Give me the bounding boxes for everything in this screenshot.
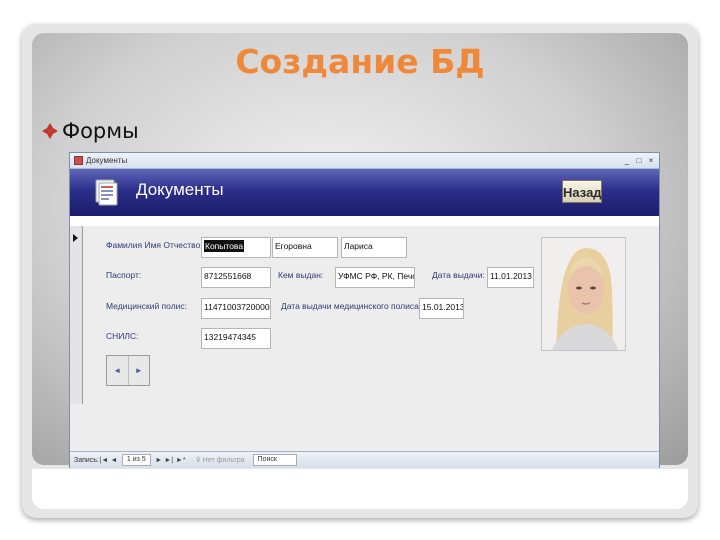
passport-label: Паспорт:: [106, 270, 142, 280]
restore-button[interactable]: □: [634, 156, 644, 166]
snils-label: СНИЛС:: [106, 331, 139, 341]
record-nav-buttons: ◄ ►: [106, 355, 150, 386]
passport-field[interactable]: 8712551668: [201, 267, 271, 288]
form-header: Документы Назад: [70, 169, 659, 216]
prev-record-button[interactable]: ◄: [107, 356, 129, 385]
first-record-button[interactable]: |◄: [99, 457, 109, 464]
record-position-field[interactable]: 1 из 5: [121, 454, 151, 466]
window-title: Документы: [86, 156, 128, 165]
form-header-band: [70, 216, 659, 226]
minimize-button[interactable]: _: [622, 156, 632, 166]
current-record-arrow-icon: [73, 234, 78, 242]
access-form-window: Документы _ □ × Документы Назад Фамилия …: [69, 152, 660, 468]
last-record-button[interactable]: ►|: [164, 457, 174, 464]
med-policy-field[interactable]: 1147100372000088: [201, 298, 271, 319]
documents-icon: [95, 179, 118, 206]
fio-label: Фамилия Имя Отчество:: [106, 240, 203, 250]
last-name-value: Копытова: [204, 240, 245, 252]
search-field[interactable]: Поиск: [252, 454, 297, 466]
issued-by-label: Кем выдан:: [278, 270, 324, 280]
med-policy-date-label: Дата выдачи медицинского полиса:: [281, 301, 422, 311]
slide-bottom-band: [32, 469, 688, 509]
record-selector[interactable]: [70, 226, 83, 404]
record-status-bar: Запись: |◄ ◄ 1 из 5 ► ►| ►* ⊽ Нет фильтр…: [70, 451, 659, 468]
next-record-button[interactable]: ►: [129, 356, 150, 385]
med-policy-label: Медицинский полис:: [106, 301, 188, 311]
med-policy-date-field[interactable]: 15.01.2013: [419, 298, 464, 319]
window-titlebar: Документы _ □ ×: [70, 153, 659, 169]
form-doc-icon: [74, 156, 83, 165]
record-label: Запись:: [74, 456, 99, 464]
slide-title: Создание БД: [235, 42, 485, 81]
filter-label: Нет фильтра: [202, 456, 245, 464]
new-record-button[interactable]: ►*: [174, 457, 188, 464]
first-name-field[interactable]: Егоровна: [272, 237, 338, 258]
bullet-item: Формы: [42, 119, 139, 143]
prev-record-status-button[interactable]: ◄: [109, 457, 119, 464]
filter-status[interactable]: ⊽ Нет фильтра: [195, 456, 245, 465]
filter-icon: ⊽: [195, 457, 203, 464]
person-photo: [541, 237, 626, 351]
window-controls: _ □ ×: [622, 156, 656, 166]
middle-name-field[interactable]: Лариса: [341, 237, 407, 258]
bullet-text: Формы: [62, 119, 139, 143]
issued-by-field[interactable]: УФМС РФ, РК, Печора: [335, 267, 415, 288]
back-button[interactable]: Назад: [562, 180, 602, 203]
person-photo-image: [542, 238, 625, 350]
issue-date-field[interactable]: 11.01.2013: [487, 267, 534, 288]
form-header-title: Документы: [136, 180, 224, 199]
issue-date-label: Дата выдачи:: [432, 270, 485, 280]
close-button[interactable]: ×: [646, 156, 656, 166]
diamond-bullet-icon: [42, 123, 58, 139]
snils-field[interactable]: 13219474345: [201, 328, 271, 349]
next-record-status-button[interactable]: ►: [154, 457, 164, 464]
last-name-field[interactable]: Копытова: [201, 237, 271, 258]
